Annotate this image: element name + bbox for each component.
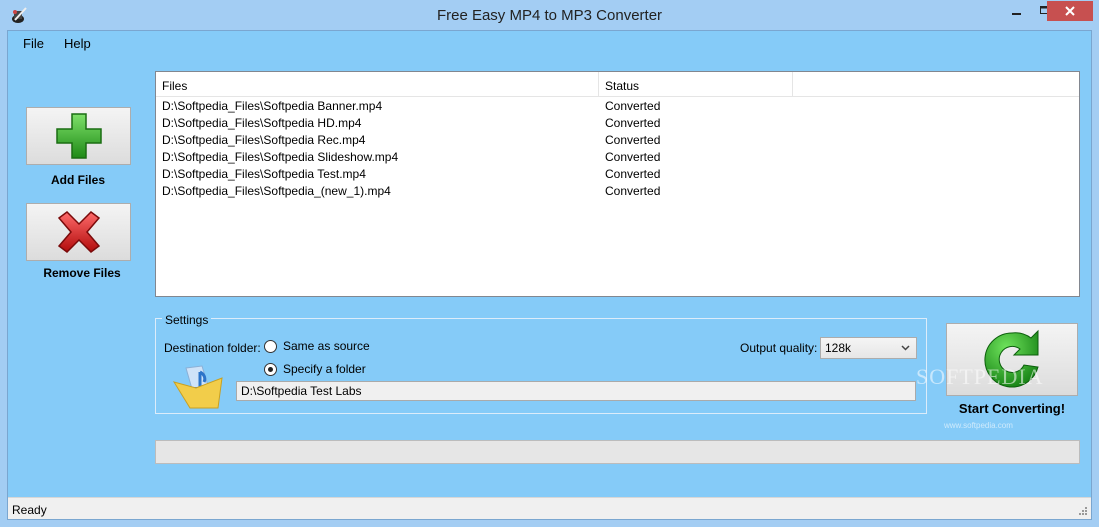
menu-help[interactable]: Help xyxy=(52,31,99,55)
file-status: Converted xyxy=(605,150,661,164)
table-row[interactable]: D:\Softpedia_Files\Softpedia_(new_1).mp4… xyxy=(156,183,1079,200)
radio-same-label: Same as source xyxy=(283,339,370,353)
title-bar: Free Easy MP4 to MP3 Converter xyxy=(0,0,1099,31)
column-header-empty xyxy=(793,72,1079,96)
table-row[interactable]: D:\Softpedia_Files\Softpedia Test.mp4 Co… xyxy=(156,166,1079,183)
file-status: Converted xyxy=(605,167,661,181)
destination-label: Destination folder: xyxy=(164,341,261,355)
menu-bar: File Help xyxy=(8,31,99,55)
file-status: Converted xyxy=(605,133,661,147)
file-path: D:\Softpedia_Files\Softpedia Test.mp4 xyxy=(162,167,366,181)
output-quality-label: Output quality: xyxy=(740,341,818,355)
radio-same-as-source[interactable]: Same as source xyxy=(264,339,370,353)
file-list[interactable]: Files Status D:\Softpedia_Files\Softpedi… xyxy=(155,71,1080,297)
file-list-body: D:\Softpedia_Files\Softpedia Banner.mp4 … xyxy=(156,97,1079,200)
minimize-button[interactable] xyxy=(1002,1,1032,21)
x-icon xyxy=(57,211,100,253)
folder-path-input[interactable]: D:\Softpedia Test Labs xyxy=(236,381,916,401)
table-row[interactable]: D:\Softpedia_Files\Softpedia Slideshow.m… xyxy=(156,149,1079,166)
add-files-button[interactable] xyxy=(26,107,131,165)
minimize-icon xyxy=(1012,13,1021,15)
output-quality-select[interactable]: 128k xyxy=(820,337,917,359)
table-row[interactable]: D:\Softpedia_Files\Softpedia HD.mp4 Conv… xyxy=(156,115,1079,132)
settings-legend: Settings xyxy=(162,313,212,327)
settings-group: Settings Destination folder: Same as sou… xyxy=(155,313,927,414)
file-path: D:\Softpedia_Files\Softpedia Rec.mp4 xyxy=(162,133,366,147)
radio-circle xyxy=(264,339,277,353)
output-quality-value: 128k xyxy=(825,341,852,355)
radio-circle xyxy=(264,362,277,376)
file-list-header: Files Status xyxy=(156,72,1079,97)
menu-file[interactable]: File xyxy=(8,31,52,55)
main-window: File Help Add Files Remove Files Files S… xyxy=(7,30,1092,520)
conversion-progress-bar xyxy=(155,440,1080,464)
file-status: Converted xyxy=(605,184,661,198)
start-converting-label: Start Converting! xyxy=(958,401,1066,416)
softpedia-watermark: SOFTPEDIA xyxy=(916,364,1044,389)
file-path: D:\Softpedia_Files\Softpedia_(new_1).mp4 xyxy=(162,184,391,198)
column-header-files[interactable]: Files xyxy=(156,72,599,96)
resize-grip-icon[interactable] xyxy=(1078,506,1088,516)
music-folder-icon[interactable] xyxy=(172,364,224,410)
softpedia-watermark-url: www.softpedia.com xyxy=(944,421,1013,430)
column-header-status[interactable]: Status xyxy=(599,72,793,96)
status-bar: Ready xyxy=(8,497,1091,519)
add-files-label: Add Files xyxy=(50,173,105,187)
file-path: D:\Softpedia_Files\Softpedia HD.mp4 xyxy=(162,116,362,130)
remove-files-button[interactable] xyxy=(26,203,131,261)
table-row[interactable]: D:\Softpedia_Files\Softpedia Rec.mp4 Con… xyxy=(156,132,1079,149)
status-text: Ready xyxy=(12,503,47,517)
file-status: Converted xyxy=(605,99,661,113)
radio-specify-label: Specify a folder xyxy=(283,362,366,376)
chevron-down-icon xyxy=(901,345,910,351)
window-title: Free Easy MP4 to MP3 Converter xyxy=(436,7,663,24)
plus-icon xyxy=(55,113,102,159)
remove-files-label: Remove Files xyxy=(43,266,121,280)
close-button[interactable] xyxy=(1047,1,1093,21)
radio-specify-folder[interactable]: Specify a folder xyxy=(264,362,366,376)
file-path: D:\Softpedia_Files\Softpedia Slideshow.m… xyxy=(162,150,399,164)
table-row[interactable]: D:\Softpedia_Files\Softpedia Banner.mp4 … xyxy=(156,98,1079,115)
file-status: Converted xyxy=(605,116,661,130)
close-icon xyxy=(1065,6,1075,16)
file-path: D:\Softpedia_Files\Softpedia Banner.mp4 xyxy=(162,99,383,113)
